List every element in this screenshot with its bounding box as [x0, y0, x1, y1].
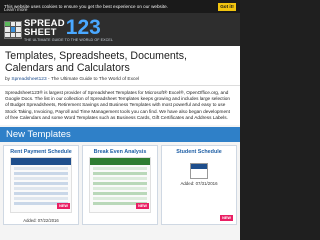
intro-paragraph: Spreadsheet123® is largest provider of S… [0, 86, 240, 126]
cookie-accept-button[interactable]: Got it! [218, 2, 236, 11]
page-title: Templates, Spreadsheets, Documents, Cale… [5, 50, 187, 74]
spreadsheet-logo-icon [4, 20, 22, 39]
template-added-date: Added: 07/31/2016 [180, 181, 218, 187]
template-title[interactable]: Student Schedule [162, 146, 236, 157]
logo-word-sheet: SHEET [24, 26, 57, 38]
cookie-learn-more-link[interactable]: Learn more [4, 7, 28, 12]
template-card-break-even[interactable]: Break Even Analysis NEW [82, 145, 158, 226]
template-cards: Rent Payment Schedule NEW Added: 07/22/2… [0, 145, 240, 226]
cookie-message: This website uses cookies to ensure you … [4, 4, 168, 9]
site-logo[interactable]: SPREAD SHEET 123 THE ULTIMATE GUIDE TO T… [4, 17, 113, 43]
main-content: Templates, Spreadsheets, Documents, Cale… [0, 46, 240, 240]
byline-author-link[interactable]: Spreadsheet123 [11, 77, 46, 82]
new-templates-heading: New Templates [0, 127, 240, 143]
template-card-student-schedule[interactable]: Student Schedule Added: 07/31/2016 NEW [161, 145, 237, 226]
template-title[interactable]: Rent Payment Schedule [4, 146, 78, 157]
template-added-date: Added: 07/22/2016 [23, 218, 59, 224]
template-thumbnail[interactable]: NEW [10, 157, 72, 214]
byline: by Spreadsheet123 - The Ultimate Guide t… [5, 77, 235, 82]
logo-tagline: THE ULTIMATE GUIDE TO THE WORLD OF EXCEL [24, 37, 113, 42]
template-title[interactable]: Break Even Analysis [83, 146, 157, 157]
logo-number: 123 [65, 15, 101, 39]
byline-suffix: - The Ultimate Guide to The World of Exc… [47, 77, 140, 82]
title-box: Templates, Spreadsheets, Documents, Cale… [0, 46, 240, 86]
template-card-rent-payment[interactable]: Rent Payment Schedule NEW Added: 07/22/2… [3, 145, 79, 226]
byline-prefix: by [5, 77, 11, 82]
new-badge: NEW [136, 203, 149, 210]
cookie-banner: This website uses cookies to ensure you … [0, 0, 240, 13]
site-header: SPREAD SHEET 123 THE ULTIMATE GUIDE TO T… [0, 13, 240, 46]
calendar-icon [190, 163, 208, 180]
template-thumbnail[interactable]: NEW [89, 157, 151, 214]
new-badge: NEW [220, 215, 233, 222]
new-badge: NEW [57, 203, 70, 210]
